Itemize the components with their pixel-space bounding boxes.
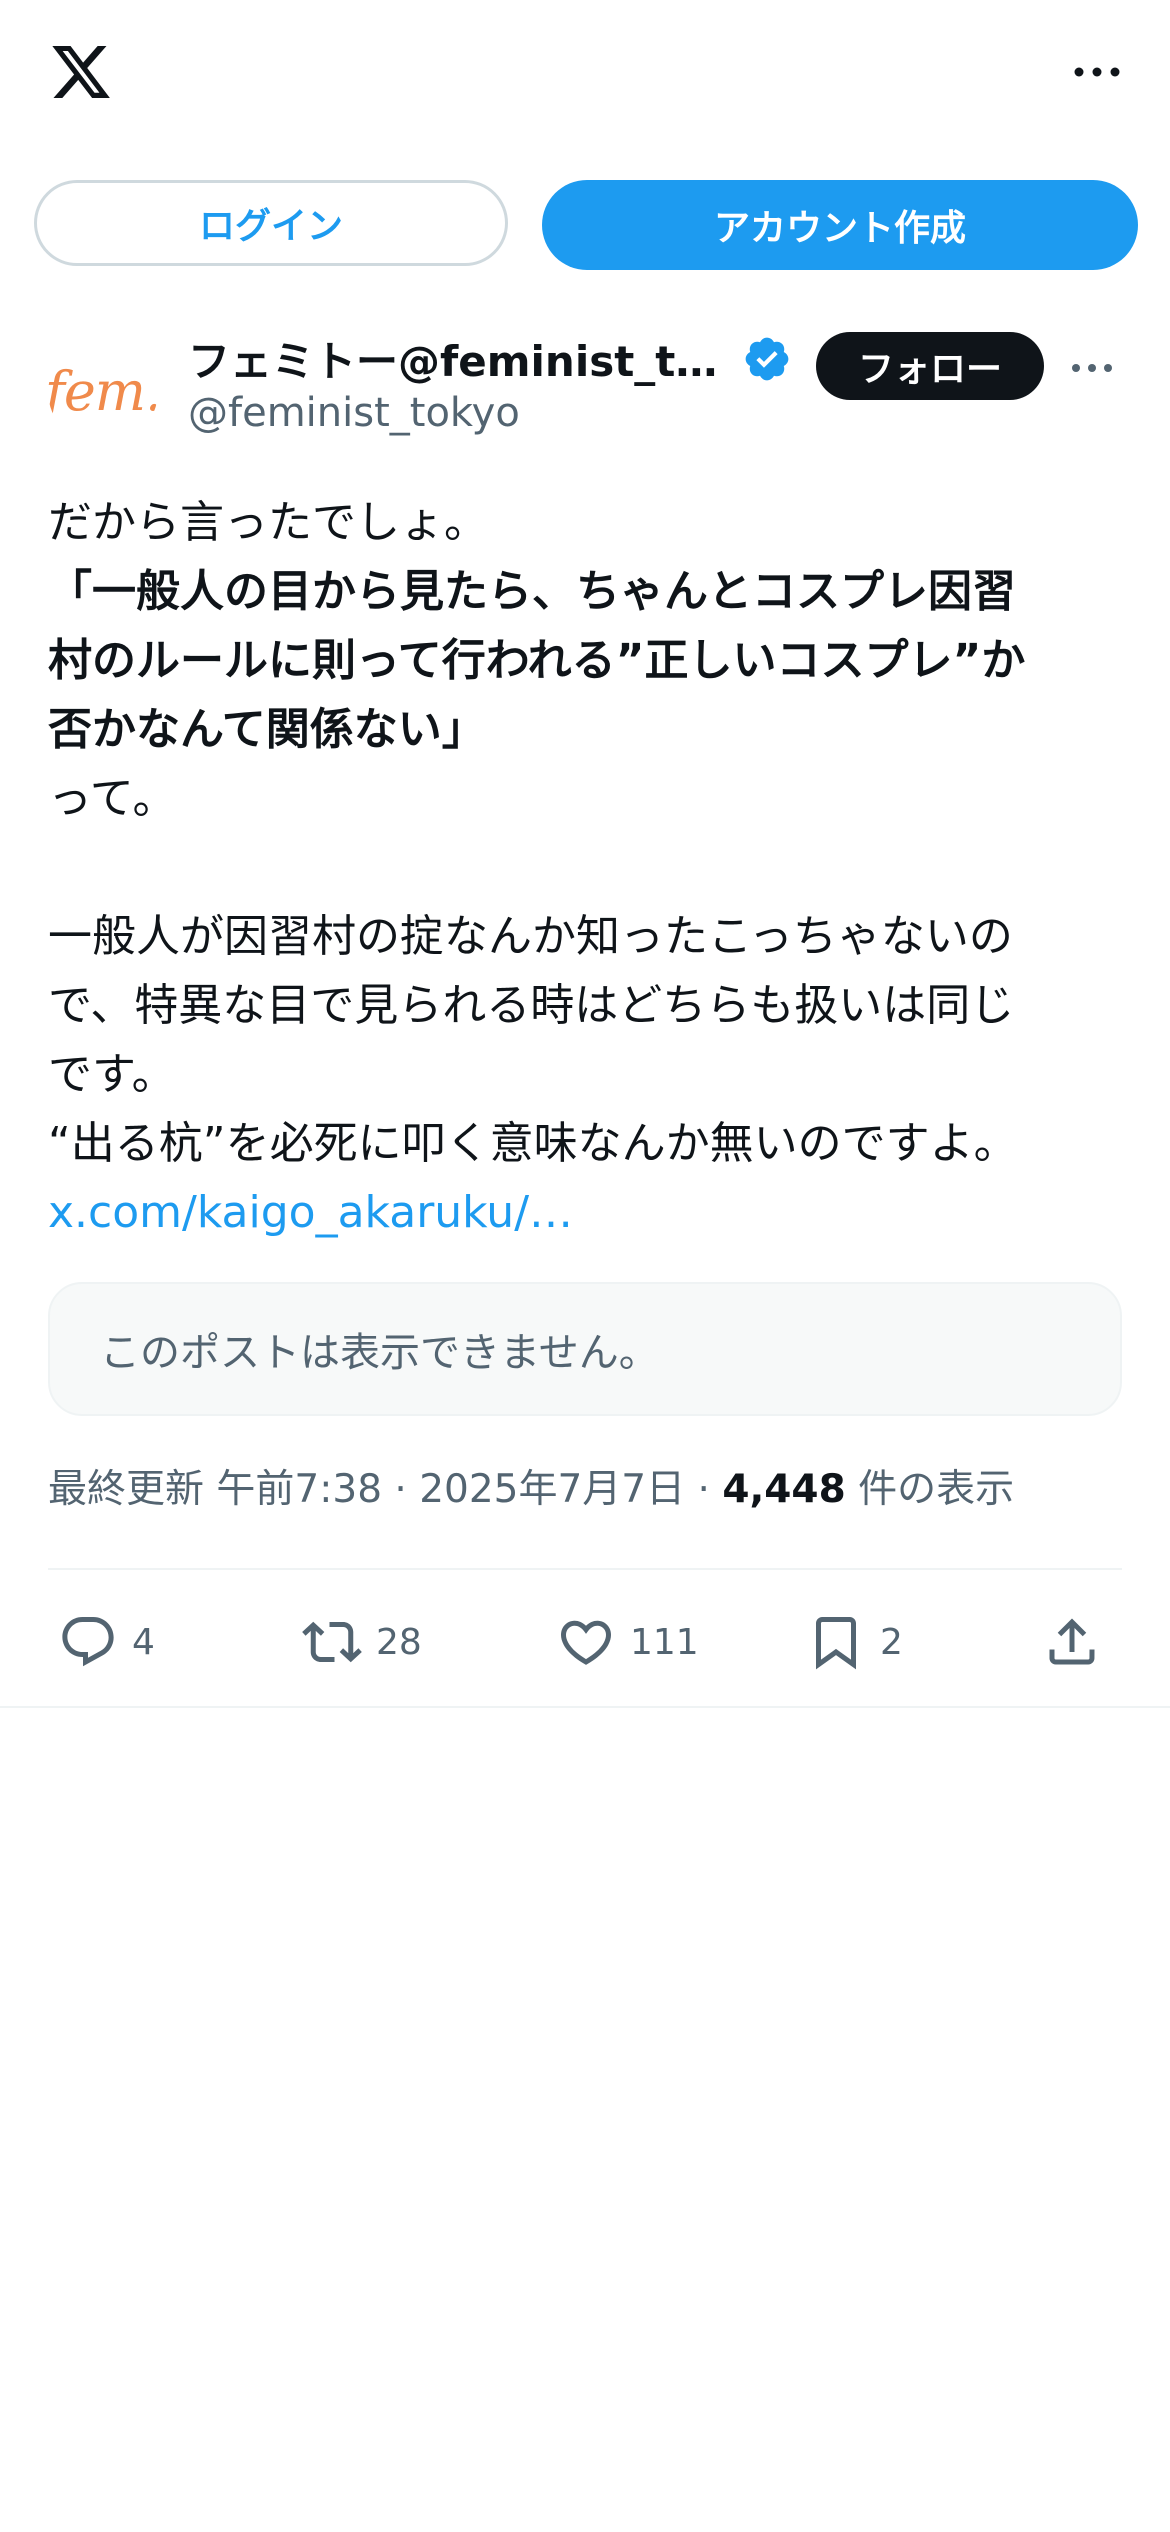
- more-horizontal-icon[interactable]: [1072, 54, 1122, 90]
- quoted-post-unavailable: このポストは表示できません。: [48, 1282, 1122, 1416]
- tweet-meta: 最終更新 午前7:38 · 2025年7月7日 · 4,448 件の表示: [48, 1458, 1128, 1514]
- follow-button[interactable]: フォロー: [816, 332, 1044, 400]
- divider: [48, 1568, 1122, 1570]
- share-icon: [1049, 1618, 1095, 1665]
- bookmark-button[interactable]: 2: [806, 1600, 903, 1684]
- tweet-author: fem. フェミトー@feminist_tokyo @feminist_toky…: [48, 318, 1138, 448]
- tweet-time[interactable]: 午前7:38: [216, 1467, 382, 1512]
- views-label: 件の表示: [858, 1467, 1015, 1512]
- author-handle[interactable]: @feminist_tokyo: [188, 390, 520, 436]
- tweet-bold-line: 村のルールに則って行われる”正しいコスプレ”か: [48, 635, 1026, 686]
- tweet-line: だから言ったでしょ。: [48, 497, 488, 548]
- tweet-link[interactable]: x.com/kaigo_akaruku/…: [48, 1178, 1128, 1247]
- reply-icon: [62, 1617, 114, 1667]
- avatar-logo-text: fem.: [48, 359, 158, 423]
- like-button[interactable]: 111: [556, 1600, 699, 1684]
- bookmark-icon: [816, 1617, 856, 1670]
- tweet-line: 一般人が因習村の掟なんか知ったこっちゃないの: [48, 911, 1013, 962]
- tweet-line: “出る杭”を必死に叩く意味なんか無いのですよ。: [48, 1118, 1018, 1169]
- login-button[interactable]: ログイン: [34, 180, 508, 266]
- tweet-date[interactable]: 2025年7月7日: [419, 1467, 685, 1512]
- tweet-line: で、特異な目で見られる時はどちらも扱いは同じ: [48, 980, 1015, 1031]
- views-count: 4,448: [722, 1467, 846, 1512]
- repost-count: 28: [376, 1621, 422, 1663]
- divider: [0, 1706, 1170, 1708]
- reply-button[interactable]: 4: [58, 1600, 155, 1684]
- top-bar: [0, 0, 1170, 150]
- create-account-button[interactable]: アカウント作成: [542, 180, 1138, 270]
- meta-separator: ·: [394, 1467, 407, 1512]
- unavailable-message: このポストは表示できません。: [100, 1330, 659, 1376]
- action-bar: 4 28 111 2: [48, 1600, 1122, 1684]
- avatar[interactable]: fem.: [48, 336, 158, 446]
- updated-label: 最終更新: [48, 1467, 205, 1512]
- tweet-line: です。: [48, 1049, 176, 1100]
- x-logo-icon[interactable]: [48, 40, 114, 104]
- heart-icon: [560, 1620, 612, 1665]
- reply-count: 4: [132, 1621, 155, 1663]
- bookmark-count: 2: [880, 1621, 903, 1663]
- share-button[interactable]: [1042, 1600, 1116, 1684]
- like-count: 111: [630, 1621, 699, 1663]
- meta-separator: ·: [697, 1467, 710, 1512]
- verified-badge-icon: [745, 337, 789, 381]
- repost-icon: [302, 1621, 362, 1663]
- author-display-name[interactable]: フェミトー@feminist_tokyo: [188, 328, 718, 389]
- tweet-bold-line: 「一般人の目から見たら、ちゃんとコスプレ因習: [48, 566, 1016, 617]
- tweet-bold-line: 否かなんて関係ない」: [48, 704, 486, 755]
- repost-button[interactable]: 28: [302, 1600, 422, 1684]
- auth-buttons: ログイン アカウント作成: [34, 180, 1138, 270]
- tweet-page: ログイン アカウント作成 fem. フェミトー@feminist_tokyo @…: [0, 0, 1170, 2532]
- tweet-more-icon[interactable]: [1070, 352, 1114, 384]
- tweet-body: だから言ったでしょ。 「一般人の目から見たら、ちゃんとコスプレ因習 村のルールに…: [48, 488, 1128, 1247]
- tweet-line: って。: [48, 773, 177, 824]
